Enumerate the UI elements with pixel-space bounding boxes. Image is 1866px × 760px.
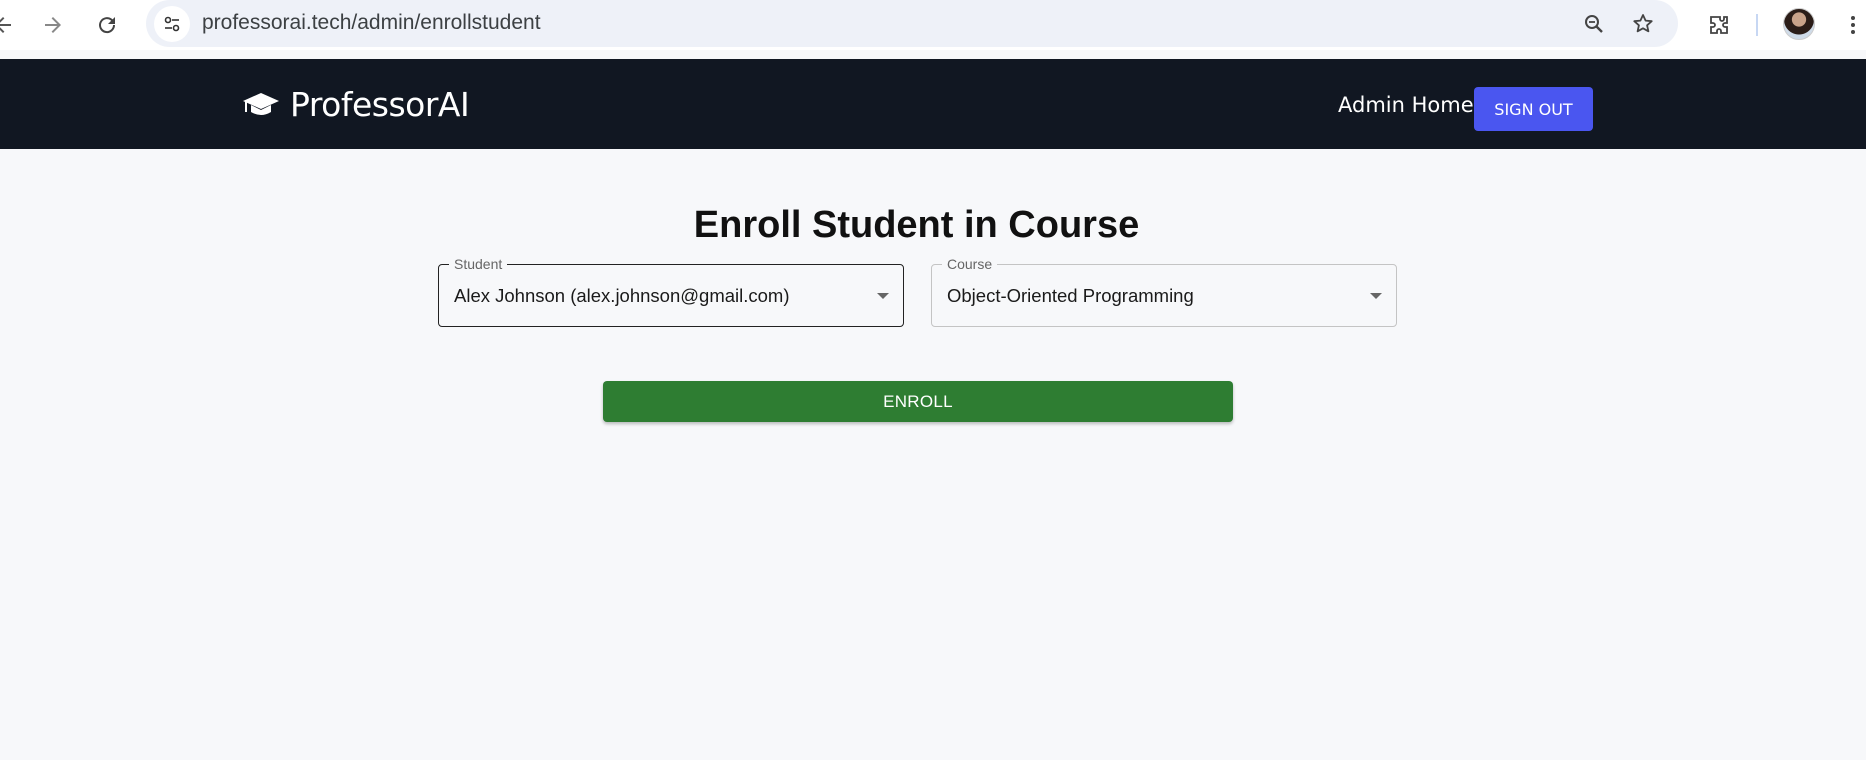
brand-name: ProfessorAI xyxy=(290,85,470,124)
reload-icon[interactable] xyxy=(90,8,124,42)
toolbar-divider xyxy=(1756,14,1758,36)
brand-logo[interactable]: ProfessorAI xyxy=(242,85,470,124)
course-selected-value[interactable]: Object-Oriented Programming xyxy=(947,285,1194,307)
chevron-down-icon[interactable] xyxy=(1370,293,1382,299)
sign-out-button[interactable]: SIGN OUT xyxy=(1474,87,1593,131)
app-header: ProfessorAI Admin Home SIGN OUT xyxy=(0,59,1866,149)
back-icon[interactable] xyxy=(0,8,20,42)
student-field-label: Student xyxy=(449,256,508,272)
graduation-cap-icon xyxy=(243,92,279,115)
enroll-button[interactable]: ENROLL xyxy=(603,381,1233,422)
profile-avatar[interactable] xyxy=(1783,8,1815,40)
admin-home-link[interactable]: Admin Home xyxy=(1338,93,1474,117)
extensions-icon[interactable] xyxy=(1702,8,1736,42)
student-select[interactable]: Student Alex Johnson (alex.johnson@gmail… xyxy=(438,256,904,327)
bookmark-star-icon[interactable] xyxy=(1625,6,1661,42)
address-bar[interactable]: professorai.tech/admin/enrollstudent xyxy=(146,0,1678,47)
page-title: Enroll Student in Course xyxy=(693,204,1140,246)
more-menu-icon[interactable] xyxy=(1836,8,1866,42)
chevron-down-icon[interactable] xyxy=(877,293,889,299)
student-selected-value[interactable]: Alex Johnson (alex.johnson@gmail.com) xyxy=(454,285,790,307)
site-info-icon[interactable] xyxy=(154,6,190,42)
url-text[interactable]: professorai.tech/admin/enrollstudent xyxy=(202,11,541,35)
course-select[interactable]: Course Object-Oriented Programming xyxy=(931,256,1397,327)
browser-toolbar: professorai.tech/admin/enrollstudent xyxy=(0,0,1866,50)
zoom-icon[interactable] xyxy=(1576,6,1612,42)
forward-icon[interactable] xyxy=(36,8,70,42)
course-field-label: Course xyxy=(942,256,998,272)
